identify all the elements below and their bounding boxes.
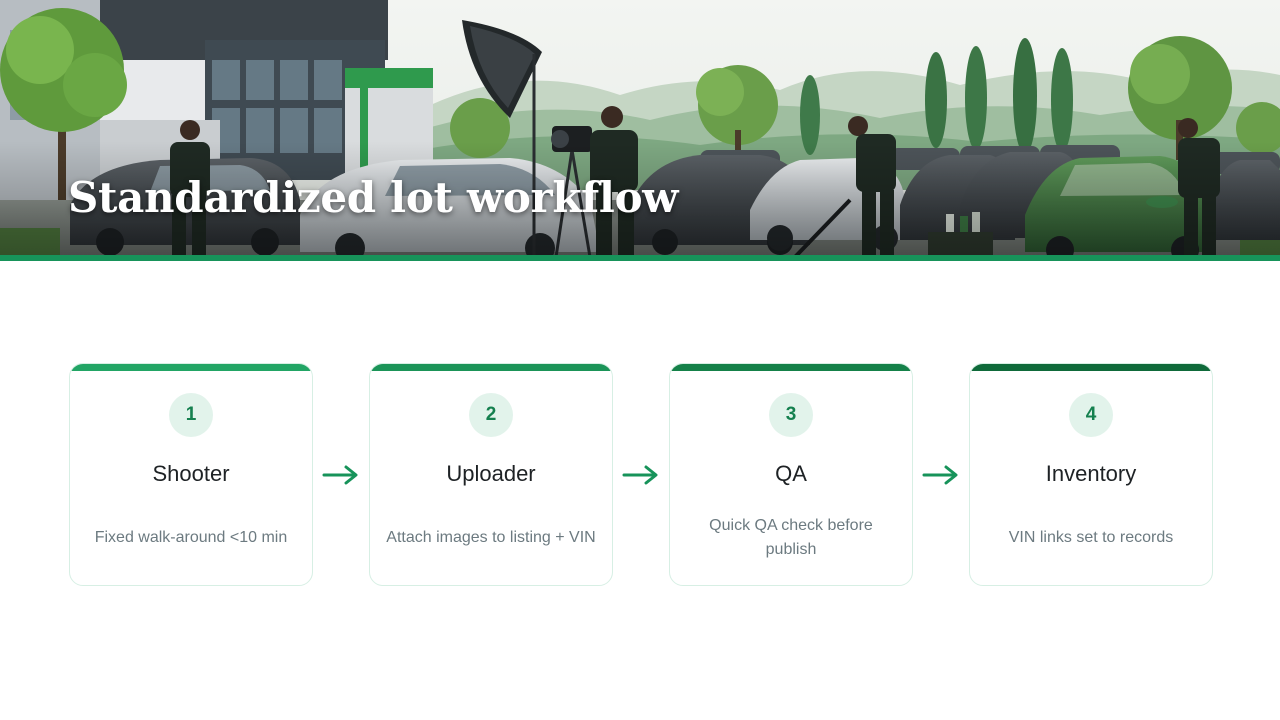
- step-accent-bar: [70, 364, 312, 371]
- step-title: Shooter: [152, 461, 230, 486]
- step-description: Fixed walk-around <10 min: [94, 529, 288, 546]
- step-accent-bar: [670, 364, 912, 371]
- step-card-uploader: 2 Uploader Attach images to listing + VI…: [369, 363, 613, 586]
- step-card-qa: 3 QA Quick QA check before publish: [669, 363, 913, 586]
- step-number-badge: 4: [1069, 393, 1113, 437]
- step-title: Uploader: [446, 461, 536, 486]
- arrow-right-icon: [322, 465, 358, 485]
- page-title: Standardized lot workflow: [68, 173, 679, 222]
- arrow-right-icon: [622, 465, 658, 485]
- hero-divider: [0, 255, 1280, 261]
- step-number-badge: 2: [469, 393, 513, 437]
- step-number-badge: 1: [169, 393, 213, 437]
- workflow-steps: 1 Shooter Fixed walk-around <10 min 2 Up…: [0, 363, 1280, 587]
- step-accent-bar: [970, 364, 1212, 371]
- step-number-badge: 3: [769, 393, 813, 437]
- step-title: Inventory: [1045, 461, 1137, 486]
- step-accent-bar: [370, 364, 612, 371]
- step-description: VIN links set to records: [1008, 529, 1174, 546]
- step-description: Attach images to listing + VIN: [386, 529, 596, 546]
- step-title: QA: [775, 461, 807, 486]
- step-card-inventory: 4 Inventory VIN links set to records: [969, 363, 1213, 586]
- step-card-shooter: 1 Shooter Fixed walk-around <10 min: [69, 363, 313, 586]
- hero-banner: Standardized lot workflow: [0, 0, 1280, 257]
- arrow-right-icon: [922, 465, 958, 485]
- step-description: Quick QA check before publish: [709, 517, 873, 558]
